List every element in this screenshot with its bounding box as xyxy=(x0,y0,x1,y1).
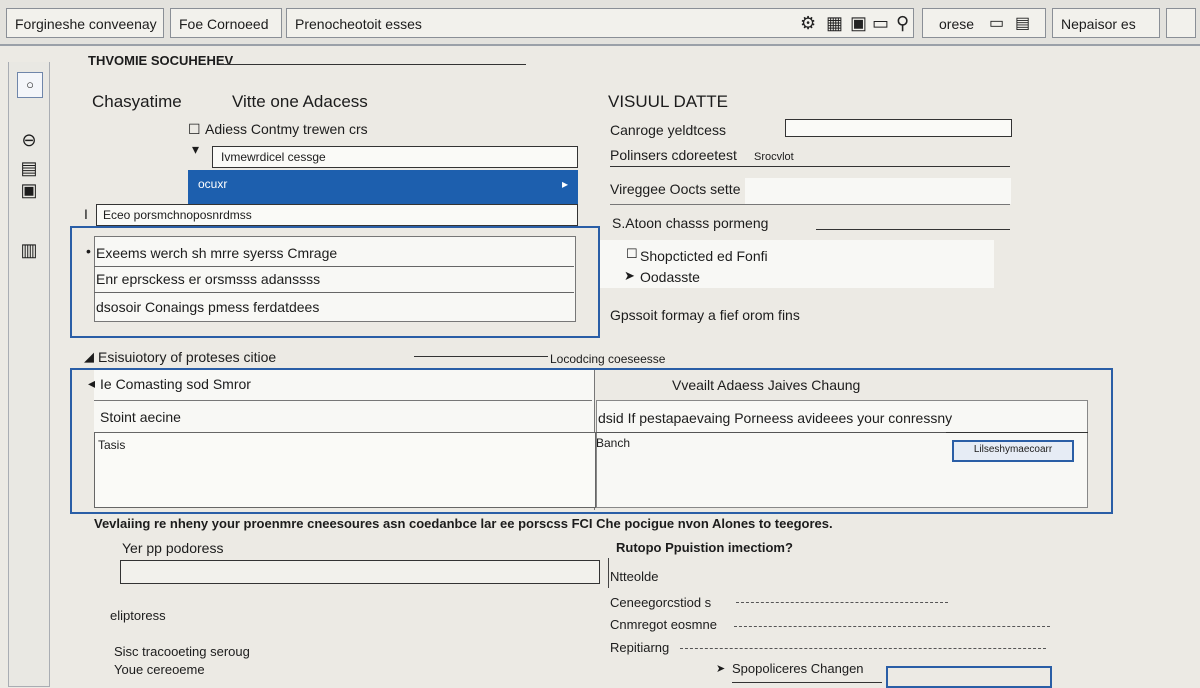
check1-label: Shopcticted ed Fonfi xyxy=(640,248,768,264)
overflow-tab[interactable] xyxy=(1166,8,1196,38)
q3-label: Sisc tracooeting seroug xyxy=(114,644,250,659)
tab-nepaisor[interactable]: Nepaisor es xyxy=(1052,8,1160,38)
field-a-rule xyxy=(94,400,592,401)
right-row2-rule xyxy=(610,166,1010,167)
checkbox-icon[interactable]: ☐ xyxy=(626,245,638,263)
r-rule-vertical xyxy=(608,558,609,588)
field-c-label: Tasis xyxy=(98,438,126,452)
field2[interactable]: Eceo porsmchnoposnrdmss xyxy=(96,204,578,226)
q4-label: Youe cereoeme xyxy=(114,662,205,677)
row-icon: ☐ xyxy=(188,121,201,137)
mid-row-right: Locodcing coeseesse xyxy=(550,352,666,366)
panel-title: Vveailt Adaess Jaives Chaung xyxy=(672,377,861,393)
tab-foe-cornoeed[interactable]: Foe Cornoeed xyxy=(170,8,282,38)
right-row2-label: Polinsers cdoreetest xyxy=(610,147,737,163)
right-row4-rule xyxy=(816,229,1010,230)
r3-label: Cnmregot eosmne xyxy=(610,617,717,632)
tab-prenocheotoit[interactable]: Prenocheotoit esses xyxy=(286,8,914,38)
section-title: Chasyatime xyxy=(92,92,182,111)
notice-text: Vevlaiing re nheny your proenmre cneesou… xyxy=(94,516,833,531)
right-row2-value: Srocvlot xyxy=(754,151,794,163)
right-row4-label: S.Atoon chasss pormeng xyxy=(612,215,769,231)
search-icon[interactable]: ○ xyxy=(17,72,43,98)
field2-value: Eceo porsmchnoposnrdmss xyxy=(103,208,252,222)
blue-header-label: ocuxr xyxy=(198,177,228,191)
q1-input[interactable] xyxy=(120,560,600,584)
dropdown1-value: Ivmewrdicel cessge xyxy=(221,150,326,164)
caret-up-icon: ◢ xyxy=(84,349,94,364)
list-item[interactable]: dsosoir Conaings pmess ferdatdees xyxy=(96,298,319,316)
window-icon[interactable]: ▭ xyxy=(872,14,889,32)
r4-rule xyxy=(680,648,1046,649)
list-item[interactable]: Exeems werch sh mrre syerss Cmrage xyxy=(96,244,337,262)
panel-icon[interactable]: ▥ xyxy=(17,238,41,262)
list-item[interactable]: Enr eprsckess er orsmsss adanssss xyxy=(96,270,320,288)
r2-label: Ceneegorcstiod s xyxy=(610,595,712,610)
caret-icon: ◂ xyxy=(88,375,96,391)
right-row1-input[interactable] xyxy=(785,119,1012,137)
check2-label: Oodasste xyxy=(640,269,700,285)
search-icon[interactable]: ⚲ xyxy=(896,14,909,32)
document-icon[interactable]: ▤ xyxy=(17,156,41,180)
r5-input[interactable] xyxy=(886,666,1052,688)
expand-icon: ▸ xyxy=(561,177,568,191)
field-e-rule xyxy=(596,432,946,433)
blue-header[interactable]: ocuxr ▸ xyxy=(188,170,578,204)
left-rail: ○ ⊖ ▤ ▣ ▥ xyxy=(8,62,50,687)
link-icon[interactable]: ⊖ xyxy=(17,128,41,152)
r3-rule xyxy=(734,626,1050,627)
dropdown1[interactable]: Ivmewrdicel cessge xyxy=(212,146,578,168)
r5-label: Spopoliceres Changen xyxy=(732,661,864,676)
right-row3-label: Vireggee Oocts sette xyxy=(610,181,741,197)
field-b-label: Stoint aecine xyxy=(100,409,181,425)
field-a-label: Ie Comasting sod Smror xyxy=(100,376,251,392)
top-toolbar: Forgineshe conveenay Foe Cornoeed Prenoc… xyxy=(0,0,1200,46)
tab-forgineshe[interactable]: Forgineshe conveenay xyxy=(6,8,164,38)
field-d-label: dsid If pestapaevaing Porneess avideees … xyxy=(598,410,953,426)
print-icon[interactable]: ▣ xyxy=(17,178,41,202)
section-subtitle: Vitte one Adacess xyxy=(232,92,368,111)
field-c-input[interactable] xyxy=(94,432,596,508)
bullet-icon: • xyxy=(86,243,91,259)
chevron-down-icon: ▾ xyxy=(192,141,200,157)
gear-icon[interactable]: ⚙ xyxy=(800,14,816,32)
apply-button-label: Lilseshymaecoarr xyxy=(973,444,1053,455)
cursor-icon: I xyxy=(84,206,88,222)
right-row1-label: Canroge yeldtcess xyxy=(610,122,726,138)
right-row3-field[interactable] xyxy=(745,178,1011,204)
folder-icon: ▭ xyxy=(989,15,1005,32)
list-divider xyxy=(94,292,574,293)
r4-label: Repitiarng xyxy=(610,640,670,655)
r5-rule xyxy=(732,682,882,683)
mid-row-left: Esisuiotory of proteses citioe xyxy=(98,349,277,365)
apply-button[interactable]: Lilseshymaecoarr xyxy=(952,440,1074,462)
arrow-right-icon: ➤ xyxy=(716,663,726,675)
tab-orese-label: orese xyxy=(939,16,975,32)
r-title: Rutopo Ppuistion imectiom? xyxy=(616,540,793,555)
list-divider xyxy=(94,266,574,267)
arrow-right-icon: ➤ xyxy=(624,268,635,283)
card-icon: ▤ xyxy=(1015,15,1031,32)
page-heading: THVOMIE SOCUHEHEV xyxy=(88,53,234,68)
r2-rule xyxy=(736,602,948,603)
right-row3-rule xyxy=(610,204,1010,205)
mid-row-rule xyxy=(414,356,548,357)
frame-icon[interactable]: ▣ xyxy=(850,14,867,32)
q1-label: Yer pp podoress xyxy=(122,540,224,556)
tab-orese[interactable]: orese ▭ ▤ xyxy=(922,8,1046,38)
grid-icon[interactable]: ▦ xyxy=(826,14,843,32)
field-e-label: Banch xyxy=(596,436,631,450)
row1-label: Adiess Contmy trewen crs xyxy=(205,121,368,137)
heading-rule xyxy=(220,64,526,65)
right-footer: Gpssoit formay a fief orom fins xyxy=(610,307,800,323)
right-title: VISUUL DATTE xyxy=(608,92,728,111)
q2-label: eliptoress xyxy=(110,608,166,623)
r1-label: Ntteolde xyxy=(610,569,659,584)
